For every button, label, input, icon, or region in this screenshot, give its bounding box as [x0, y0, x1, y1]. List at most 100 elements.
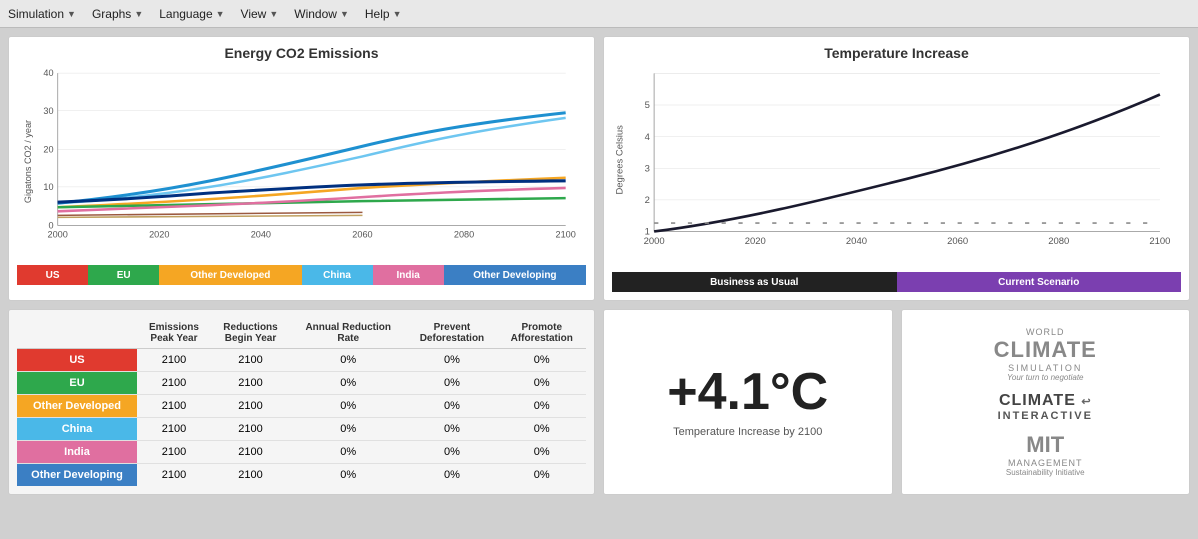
col-annual-rate: Annual ReductionRate	[290, 318, 406, 349]
col-reductions-begin: ReductionsBegin Year	[211, 318, 290, 349]
deforest-cell: 0%	[406, 418, 497, 441]
peak-year-cell: 2100	[137, 418, 211, 441]
svg-text:2040: 2040	[846, 236, 867, 247]
region-cell: China	[17, 418, 137, 441]
svg-text:30: 30	[43, 106, 53, 116]
svg-text:2080: 2080	[1048, 236, 1069, 247]
legend-other-developing: Other Developing	[444, 265, 586, 285]
svg-text:10: 10	[43, 182, 53, 192]
chevron-down-icon: ▼	[134, 9, 143, 19]
menu-window[interactable]: Window ▼	[294, 7, 349, 21]
deforest-cell: 0%	[406, 349, 497, 372]
rate-cell: 0%	[290, 418, 406, 441]
svg-text:2: 2	[645, 195, 650, 206]
mit-logo: MIT MANAGEMENT Sustainability Initiative	[1006, 432, 1085, 477]
svg-text:40: 40	[43, 68, 53, 78]
begin-year-cell: 2100	[211, 349, 290, 372]
col-prevent-deforest: PreventDeforestation	[406, 318, 497, 349]
temp-chart-svg: Degrees Celsius 1 2 3 4	[612, 65, 1181, 265]
table-row: US 2100 2100 0% 0% 0%	[17, 349, 586, 372]
table-row: India 2100 2100 0% 0% 0%	[17, 441, 586, 464]
svg-text:4: 4	[645, 132, 650, 143]
begin-year-cell: 2100	[211, 395, 290, 418]
world-text: WORLD	[994, 327, 1097, 337]
energy-legend-bar: US EU Other Developed China India Other …	[17, 265, 586, 285]
menu-simulation[interactable]: Simulation ▼	[8, 7, 76, 21]
menu-graphs[interactable]: Graphs ▼	[92, 7, 143, 21]
afforest-cell: 0%	[497, 464, 586, 487]
your-turn-text: Your turn to negotiate	[994, 373, 1097, 382]
svg-text:5: 5	[645, 100, 650, 111]
policy-table: EmissionsPeak Year ReductionsBegin Year …	[17, 318, 586, 486]
interactive-text: INTERACTIVE	[998, 410, 1093, 422]
table-row: EU 2100 2100 0% 0% 0%	[17, 372, 586, 395]
svg-text:2020: 2020	[745, 236, 766, 247]
temp-legend-bar: Business as Usual Current Scenario	[612, 272, 1181, 292]
temp-chart-panel: Temperature Increase Degrees Celsius	[603, 36, 1190, 301]
main-content: Energy CO2 Emissions Gigatons CO2 / year	[0, 28, 1198, 503]
chevron-down-icon: ▼	[269, 9, 278, 19]
y-axis-label: Gigatons CO2 / year	[23, 120, 33, 203]
simulation-text: SIMULATION	[994, 363, 1097, 373]
legend-business-as-usual: Business as Usual	[612, 272, 897, 292]
deforest-cell: 0%	[406, 395, 497, 418]
afforest-cell: 0%	[497, 372, 586, 395]
menu-view[interactable]: View ▼	[241, 7, 279, 21]
energy-chart-svg-container: Gigatons CO2 / year 0 10 20	[17, 65, 586, 261]
menu-help[interactable]: Help ▼	[365, 7, 402, 21]
table-row: China 2100 2100 0% 0% 0%	[17, 418, 586, 441]
temp-chart-title: Temperature Increase	[612, 45, 1181, 61]
legend-current-scenario: Current Scenario	[897, 272, 1182, 292]
rate-cell: 0%	[290, 372, 406, 395]
svg-text:20: 20	[43, 144, 53, 154]
svg-text:2100: 2100	[556, 230, 576, 240]
peak-year-cell: 2100	[137, 395, 211, 418]
logo-panel: WORLD CLIMATE SIMULATION Your turn to ne…	[901, 309, 1191, 495]
svg-text:2060: 2060	[947, 236, 968, 247]
deforest-cell: 0%	[406, 441, 497, 464]
svg-text:2000: 2000	[644, 236, 665, 247]
legend-china: China	[302, 265, 373, 285]
menubar: Simulation ▼ Graphs ▼ Language ▼ View ▼ …	[0, 0, 1198, 28]
peak-year-cell: 2100	[137, 441, 211, 464]
sustainability-text: Sustainability Initiative	[1006, 468, 1085, 477]
afforest-cell: 0%	[497, 349, 586, 372]
begin-year-cell: 2100	[211, 441, 290, 464]
energy-chart-title: Energy CO2 Emissions	[17, 45, 586, 61]
svg-text:2000: 2000	[47, 230, 67, 240]
climate-interactive-logo: CLIMATE ↩ INTERACTIVE	[998, 392, 1093, 422]
col-emissions-peak: EmissionsPeak Year	[137, 318, 211, 349]
rate-cell: 0%	[290, 441, 406, 464]
begin-year-cell: 2100	[211, 464, 290, 487]
rate-cell: 0%	[290, 464, 406, 487]
rate-cell: 0%	[290, 349, 406, 372]
afforest-cell: 0%	[497, 418, 586, 441]
table-row: Other Developed 2100 2100 0% 0% 0%	[17, 395, 586, 418]
afforest-cell: 0%	[497, 395, 586, 418]
svg-text:Degrees Celsius: Degrees Celsius	[615, 125, 626, 195]
management-text: MANAGEMENT	[1006, 458, 1085, 468]
table-row: Other Developing 2100 2100 0% 0% 0%	[17, 464, 586, 487]
temp-chart-svg-container: Degrees Celsius 1 2 3 4	[612, 65, 1181, 268]
legend-india: India	[373, 265, 444, 285]
afforest-cell: 0%	[497, 441, 586, 464]
svg-text:2100: 2100	[1149, 236, 1170, 247]
peak-year-cell: 2100	[137, 372, 211, 395]
begin-year-cell: 2100	[211, 372, 290, 395]
region-cell: India	[17, 441, 137, 464]
svg-text:2080: 2080	[454, 230, 474, 240]
col-region	[17, 318, 137, 349]
svg-text:2060: 2060	[352, 230, 372, 240]
svg-text:2020: 2020	[149, 230, 169, 240]
temperature-panel: +4.1°C Temperature Increase by 2100	[603, 309, 893, 495]
col-promote-afforest: PromoteAfforestation	[497, 318, 586, 349]
legend-other-developed: Other Developed	[159, 265, 301, 285]
svg-text:3: 3	[645, 163, 650, 174]
deforest-cell: 0%	[406, 372, 497, 395]
world-climate-logo: WORLD CLIMATE SIMULATION Your turn to ne…	[994, 327, 1097, 382]
rate-cell: 0%	[290, 395, 406, 418]
chevron-down-icon: ▼	[67, 9, 76, 19]
energy-chart-svg: Gigatons CO2 / year 0 10 20	[17, 65, 586, 258]
menu-language[interactable]: Language ▼	[159, 7, 224, 21]
region-cell: Other Developing	[17, 464, 137, 487]
